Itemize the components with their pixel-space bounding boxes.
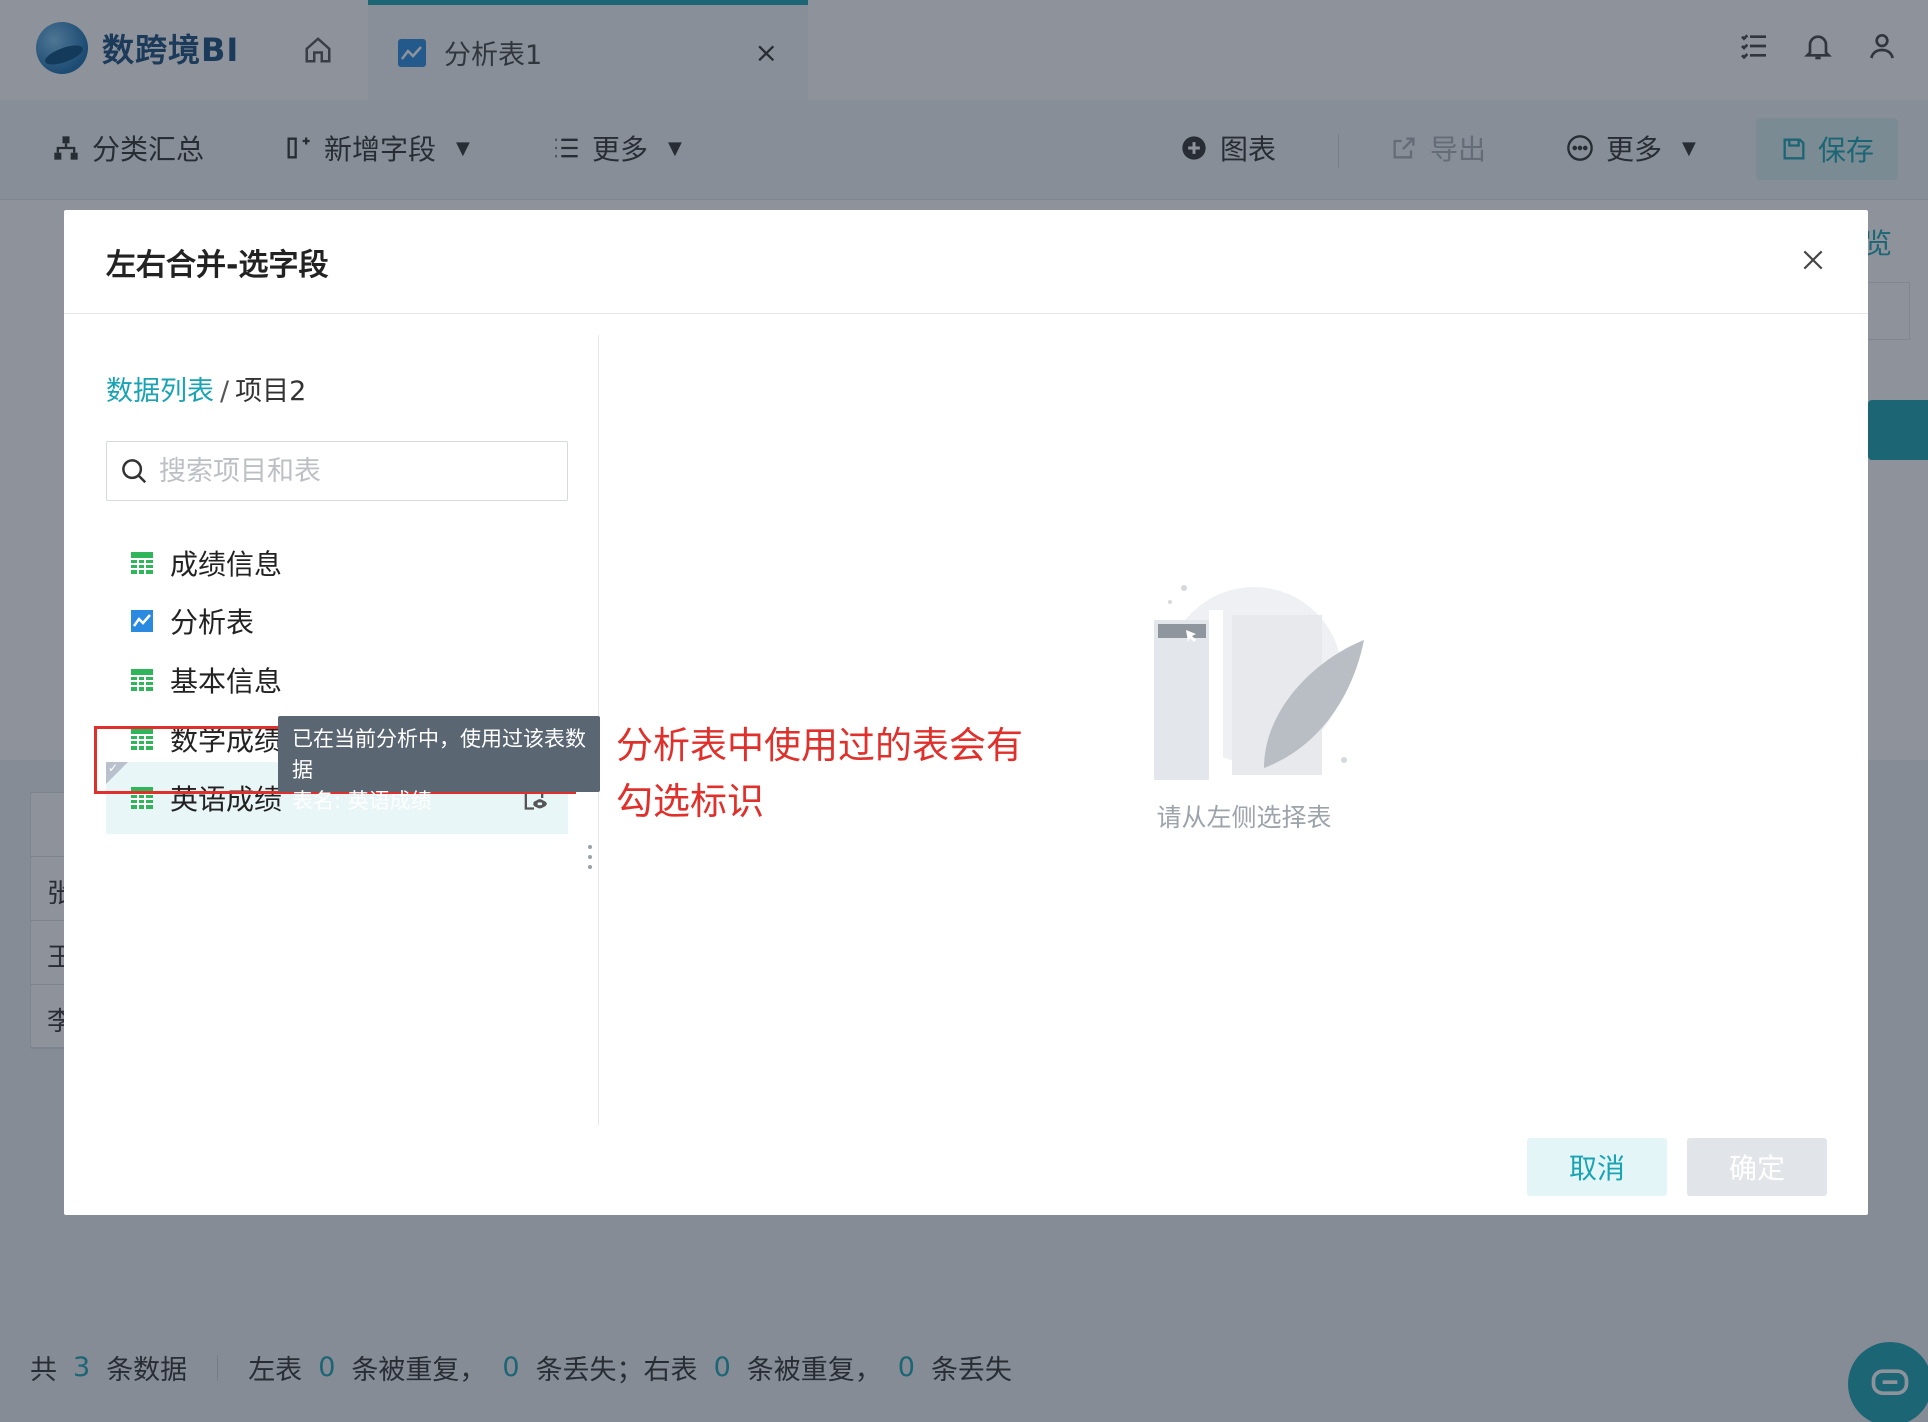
cancel-button[interactable]: 取消 (1527, 1138, 1667, 1196)
tooltip-line: 已在当前分析中，使用过该表数据 (292, 727, 586, 782)
pane-resize-handle[interactable] (588, 845, 594, 869)
breadcrumb-separator: / (220, 376, 230, 407)
search-input[interactable] (159, 455, 539, 487)
tooltip-line: 表名: 英语成绩 (292, 789, 432, 813)
table-icon (131, 669, 153, 691)
dialog-title: 左右合并-选字段 (106, 247, 329, 283)
dialog-header: 左右合并-选字段 (64, 210, 1868, 314)
merge-field-dialog: 左右合并-选字段 数据列表/项目2 成绩信息 分析表 基本信息 数学成绩 (64, 210, 1868, 1215)
dialog-close-button[interactable] (1800, 247, 1826, 277)
annotation-line: 分析表中使用过的表会有 (616, 724, 1023, 767)
breadcrumb-link-data-list[interactable]: 数据列表 (106, 376, 214, 407)
list-item-label: 基本信息 (170, 665, 283, 698)
search-field[interactable] (106, 441, 568, 501)
search-icon (122, 459, 147, 484)
empty-state-text: 请从左侧选择表 (1156, 803, 1332, 832)
analysis-icon (131, 610, 153, 632)
annotation-line: 勾选标识 (616, 780, 764, 823)
confirm-button[interactable]: 确定 (1687, 1138, 1827, 1196)
list-item-label: 成绩信息 (170, 548, 283, 581)
empty-illustration-icon (1114, 570, 1374, 790)
table-icon (131, 552, 153, 574)
used-table-tooltip: 已在当前分析中，使用过该表数据 表名: 英语成绩 (278, 716, 600, 813)
close-icon (1803, 250, 1823, 269)
breadcrumb: 数据列表 / 项目2 (106, 369, 306, 408)
breadcrumb-current: 项目2 (235, 376, 307, 407)
empty-state: 请从左侧选择表 (1114, 570, 1374, 834)
annotation-note: 分析表中使用过的表会有 勾选标识 (616, 718, 1023, 830)
list-item-label: 分析表 (170, 606, 255, 639)
